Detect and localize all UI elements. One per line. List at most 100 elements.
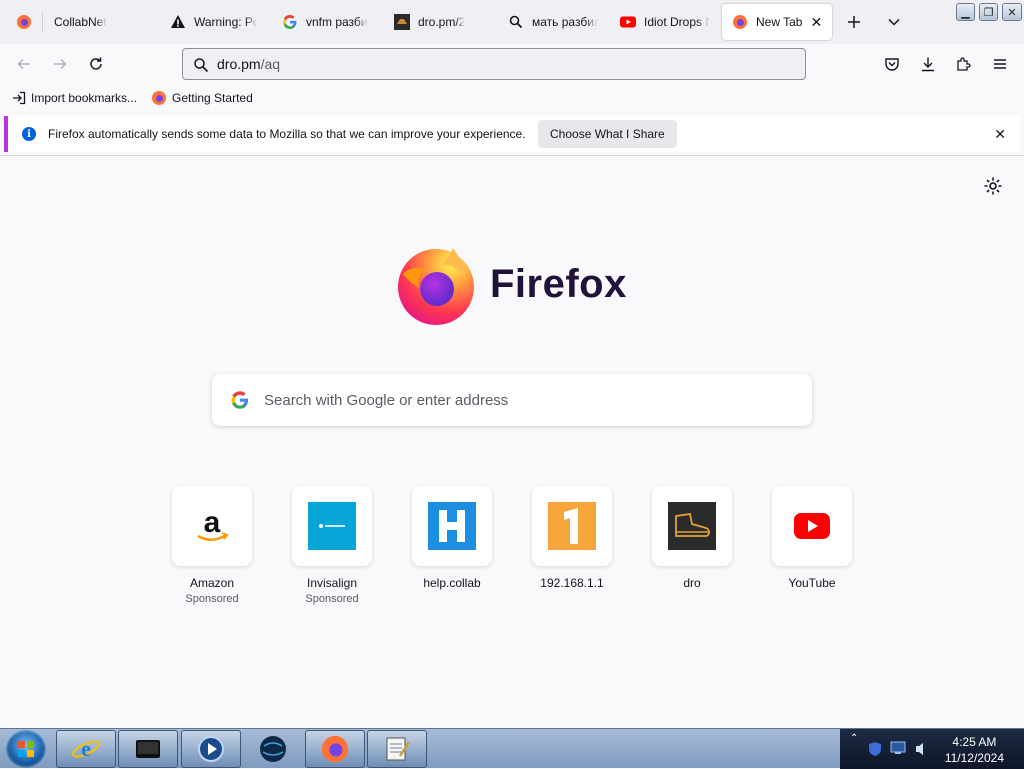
site-tile[interactable] <box>772 486 852 566</box>
notepad-icon <box>386 737 411 761</box>
taskbar-media-player[interactable] <box>181 730 241 768</box>
site-label: 192.168.1.1 <box>540 576 604 590</box>
tab-search[interactable]: мать разбил <box>498 4 608 40</box>
taskbar-notepad[interactable] <box>367 730 427 768</box>
start-button[interactable] <box>6 730 46 768</box>
top-site-amazon[interactable]: a Amazon Sponsored <box>162 486 262 605</box>
top-site-youtube[interactable]: YouTube <box>762 486 862 590</box>
taskbar-clock[interactable]: 4:25 AM 11/12/2024 <box>945 734 1004 766</box>
url-bar[interactable]: dro.pm/aq <box>182 48 806 80</box>
newtab-search-box[interactable]: Search with Google or enter address <box>212 374 812 426</box>
info-icon: i <box>22 127 36 141</box>
firefox-view-button[interactable] <box>4 4 42 40</box>
site-tile[interactable]: a <box>172 486 252 566</box>
url-host: dro.pm <box>217 56 261 72</box>
import-icon <box>13 91 26 105</box>
bookmark-label: Import bookmarks... <box>31 91 138 105</box>
navigation-toolbar: dro.pm/aq <box>0 44 1024 84</box>
pocket-icon <box>885 58 899 71</box>
tab-youtube[interactable]: Idiot Drops N <box>610 4 720 40</box>
tab-title: New Tab <box>756 15 803 29</box>
pocket-button[interactable] <box>880 52 904 76</box>
youtube-icon <box>620 16 636 28</box>
system-tray: ⌃ 4:25 AM 11/12/2024 <box>840 729 1024 769</box>
tab-title: мать разбил <box>532 15 598 29</box>
forward-button[interactable] <box>48 52 72 76</box>
back-arrow-icon <box>17 58 30 70</box>
site-label: YouTube <box>788 576 836 590</box>
firefox-icon <box>152 91 167 105</box>
firefox-icon <box>733 15 747 29</box>
notification-message: Firefox automatically sends some data to… <box>48 127 526 141</box>
tab-title: vnfm разби <box>306 15 368 29</box>
windows-logo-icon <box>18 741 34 757</box>
taskbar-firefox[interactable] <box>305 730 365 768</box>
network-icon[interactable] <box>890 741 906 755</box>
gear-icon[interactable] <box>983 176 1003 196</box>
sponsored-label: Sponsored <box>185 593 239 605</box>
bookmark-import[interactable]: Import bookmarks... <box>12 91 137 105</box>
tab-warning[interactable]: Warning: Pot <box>160 4 268 40</box>
show-hidden-icons[interactable]: ⌃ <box>850 733 858 744</box>
close-icon: ✕ <box>1007 6 1017 19</box>
reload-icon <box>90 57 102 70</box>
tab-dro[interactable]: dro.pm/2 <box>384 4 492 40</box>
reload-button[interactable] <box>84 52 108 76</box>
downloads-button[interactable] <box>916 52 940 76</box>
shield-icon[interactable] <box>868 741 882 757</box>
extensions-button[interactable] <box>952 52 976 76</box>
taskbar-globe[interactable] <box>243 730 303 768</box>
bookmarks-toolbar: Import bookmarks... Getting Started <box>0 84 1024 112</box>
app-menu-button[interactable] <box>988 52 1012 76</box>
tab-title: CollabNet <box>54 15 107 29</box>
router-icon <box>548 502 596 550</box>
google-icon <box>231 391 249 409</box>
url-path: /aq <box>260 56 281 72</box>
site-tile[interactable] <box>412 486 492 566</box>
tab-google-search[interactable]: vnfm разби <box>272 4 380 40</box>
tab-title: Idiot Drops N <box>644 15 710 29</box>
tab-title: Warning: Pot <box>194 15 258 29</box>
close-window-button[interactable]: ✕ <box>1002 3 1022 21</box>
firefox-icon <box>17 15 31 29</box>
top-site-dro[interactable]: dro <box>642 486 742 590</box>
puzzle-icon <box>957 57 971 71</box>
close-notification-icon[interactable]: ✕ <box>994 126 1006 143</box>
site-label: Invisalign <box>306 576 358 590</box>
sponsored-label: Sponsored <box>305 593 359 605</box>
minimize-button[interactable]: ▁ <box>956 3 975 21</box>
taskbar-internet-explorer[interactable]: e <box>56 730 116 768</box>
internet-explorer-icon: e <box>72 736 100 761</box>
globe-icon <box>260 736 286 762</box>
top-site-router[interactable]: 192.168.1.1 <box>522 486 622 590</box>
close-tab-icon[interactable]: ✕ <box>810 14 822 31</box>
windows-taskbar: e ⌃ 4:25 AM 11/12/2024 <box>0 728 1024 769</box>
top-site-invisalign[interactable]: Invisalign Sponsored <box>282 486 382 605</box>
svg-text:e: e <box>81 736 91 761</box>
search-icon <box>509 15 523 29</box>
new-tab-page: Firefox Search with Google or enter addr… <box>0 156 1024 728</box>
firefox-logo-icon <box>398 248 474 325</box>
list-all-tabs-button[interactable] <box>882 10 906 34</box>
firefox-wordmark: Firefox <box>490 262 627 306</box>
amazon-icon: a <box>197 506 229 541</box>
choose-what-i-share-button[interactable]: Choose What I Share <box>538 120 677 148</box>
search-icon <box>194 58 209 73</box>
taskbar-media-center[interactable] <box>118 730 178 768</box>
chevron-down-icon <box>888 18 900 26</box>
tab-title: dro.pm/2 <box>418 15 466 29</box>
site-tile[interactable] <box>532 486 612 566</box>
back-button[interactable] <box>12 52 36 76</box>
site-label: dro <box>683 576 701 590</box>
new-tab-button[interactable] <box>842 10 866 34</box>
media-player-icon <box>198 736 224 762</box>
bookmark-getting-started[interactable]: Getting Started <box>151 90 253 106</box>
tab-collabnet[interactable]: CollabNet <box>44 4 156 40</box>
restore-button[interactable]: ❐ <box>979 3 998 21</box>
top-site-help-collab[interactable]: help.collab <box>402 486 502 590</box>
site-tile[interactable] <box>652 486 732 566</box>
site-tile[interactable] <box>292 486 372 566</box>
tab-new-tab[interactable]: New Tab ✕ <box>722 4 832 40</box>
clock-date: 11/12/2024 <box>944 751 1004 765</box>
volume-icon[interactable] <box>914 741 928 757</box>
